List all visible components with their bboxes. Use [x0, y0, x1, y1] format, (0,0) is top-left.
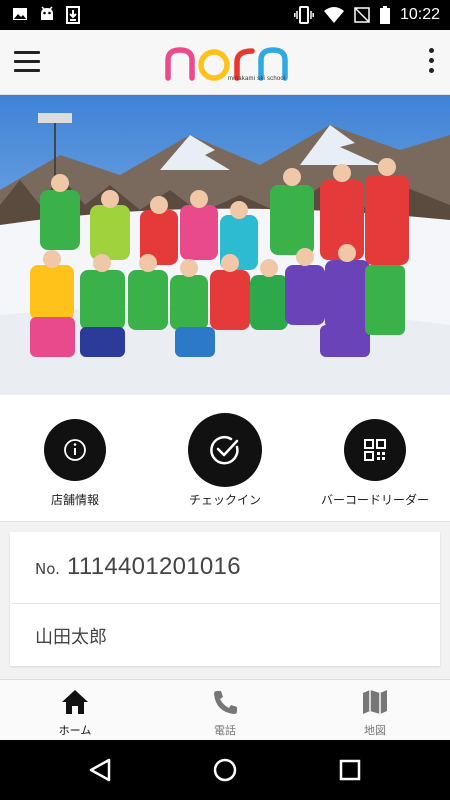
check-icon [210, 435, 239, 465]
info-icon [64, 439, 86, 461]
map-icon [363, 690, 387, 714]
home-circle-icon[interactable] [210, 755, 240, 785]
menu-icon[interactable] [14, 51, 40, 73]
tab-map-label: 地図 [364, 724, 386, 737]
qr-code-icon [364, 439, 386, 461]
tab-phone[interactable]: 電話 [150, 680, 300, 741]
member-number: 1114401201016 [67, 553, 241, 580]
app-bar: minakami ski school [0, 30, 450, 95]
clock: 10:22 [399, 6, 440, 23]
recent-apps-icon[interactable] [335, 755, 365, 785]
member-card: No. 1114401201016 山田太郎 [10, 532, 440, 666]
bottom-navigation: ホーム 電話 地図 [0, 679, 450, 740]
tab-phone-label: 電話 [214, 724, 236, 737]
hero-photo [0, 95, 450, 395]
quick-actions: 店舗情報 チェックイン バーコードリーダー [0, 395, 450, 522]
barcode-reader-label: バーコードリーダー [320, 493, 429, 507]
home-icon [62, 690, 88, 714]
battery-icon [379, 6, 390, 24]
download-icon [66, 6, 80, 24]
phone-icon [214, 691, 237, 714]
tab-home[interactable]: ホーム [0, 680, 150, 741]
vibrate-icon [294, 6, 314, 24]
barcode-reader-button[interactable]: バーコードリーダー [300, 395, 450, 522]
system-navigation-bar [0, 740, 450, 800]
back-icon[interactable] [85, 755, 115, 785]
more-options-icon[interactable] [424, 48, 440, 76]
tab-map[interactable]: 地図 [300, 680, 450, 741]
member-number-row: No. 1114401201016 [10, 532, 440, 604]
image-icon [13, 8, 27, 20]
logo-subtitle: minakami ski school [228, 76, 286, 82]
checkin-label: チェックイン [188, 493, 261, 507]
store-info-label: 店舗情報 [50, 493, 99, 507]
no-sim-icon [354, 7, 370, 23]
android-icon [41, 6, 53, 20]
member-number-prefix: No. [35, 560, 60, 578]
store-info-button[interactable]: 店舗情報 [0, 395, 150, 522]
wifi-icon [323, 7, 344, 23]
member-name: 山田太郎 [35, 627, 107, 648]
tab-home-label: ホーム [58, 724, 92, 737]
checkin-button[interactable]: チェックイン [150, 395, 300, 522]
status-bar: 10:22 [0, 0, 450, 30]
